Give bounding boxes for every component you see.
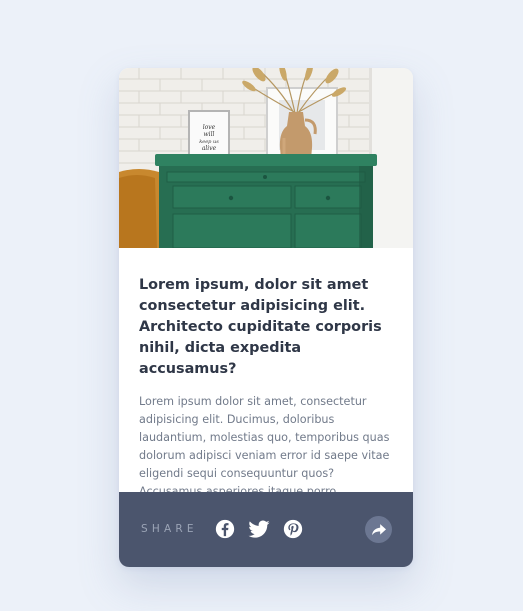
twitter-icon[interactable] xyxy=(248,518,270,540)
svg-text:love: love xyxy=(203,124,216,131)
article-description: Lorem ipsum dolor sit amet, consectetur … xyxy=(139,395,390,498)
article-content: Lorem ipsum, dolor sit amet consectetur … xyxy=(139,275,395,501)
share-footer: SHARE xyxy=(119,492,413,567)
svg-text:will: will xyxy=(204,131,215,138)
svg-text:alive: alive xyxy=(202,145,217,152)
share-label: SHARE xyxy=(141,523,198,535)
share-arrow-icon[interactable] xyxy=(365,516,392,543)
article-title: Lorem ipsum, dolor sit amet consectetur … xyxy=(139,277,382,377)
pinterest-icon[interactable] xyxy=(282,518,304,540)
article-card: love will keep us alive Lorem ipsum, dol… xyxy=(119,68,413,567)
article-image: love will keep us alive xyxy=(119,68,413,248)
facebook-icon[interactable] xyxy=(214,518,236,540)
